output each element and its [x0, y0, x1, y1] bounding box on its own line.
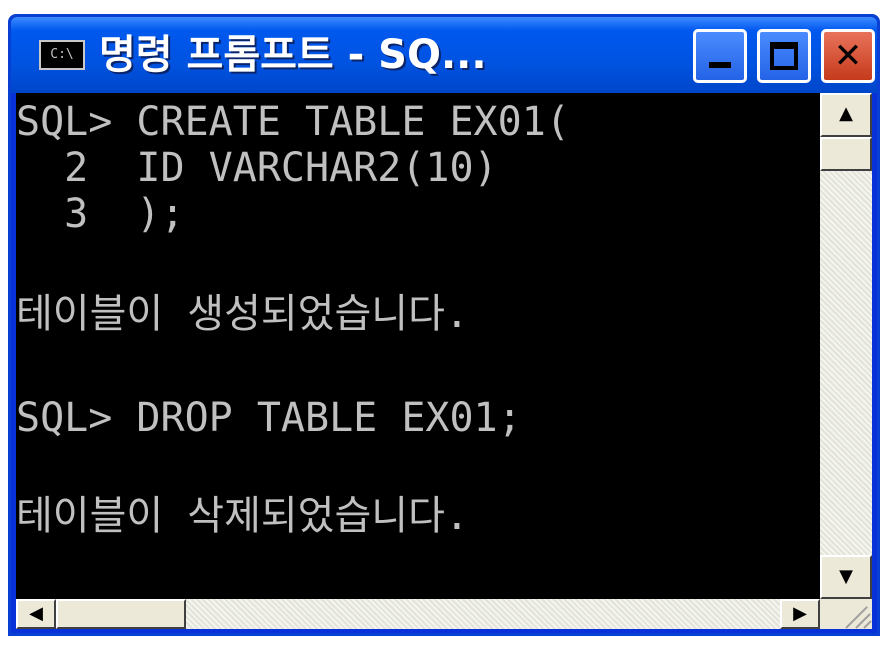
console-output[interactable]: SQL> CREATE TABLE EX01( 2 ID VARCHAR2(10… — [16, 93, 820, 599]
console-client-area: SQL> CREATE TABLE EX01( 2 ID VARCHAR2(10… — [16, 93, 872, 629]
scroll-right-button[interactable]: ▶ — [780, 599, 820, 629]
console-line: 테이블이 삭제되었습니다. — [16, 493, 469, 539]
vertical-scroll-thumb[interactable] — [820, 137, 872, 171]
close-icon: ✕ — [833, 36, 863, 76]
close-button[interactable]: ✕ — [821, 29, 875, 83]
horizontal-scrollbar[interactable]: ◀ ▶ — [16, 599, 820, 629]
window-title: 명령 프롬프트 - SQ... — [99, 32, 487, 78]
console-line: SQL> CREATE TABLE EX01( — [16, 99, 570, 145]
vertical-scrollbar[interactable]: ▲ ▼ — [820, 93, 872, 599]
scroll-left-button[interactable]: ◀ — [16, 599, 56, 629]
resize-grip[interactable] — [820, 599, 872, 629]
arrow-right-icon: ▶ — [793, 603, 807, 624]
scroll-up-button[interactable]: ▲ — [820, 93, 872, 137]
grip-icon — [863, 620, 872, 629]
horizontal-scroll-thumb[interactable] — [56, 599, 186, 629]
console-line: 2 ID VARCHAR2(10) — [16, 145, 498, 191]
arrow-down-icon: ▼ — [839, 566, 853, 587]
scroll-down-button[interactable]: ▼ — [820, 555, 872, 599]
command-prompt-window: C:\ 명령 프롬프트 - SQ... ✕ SQL> CREATE TABLE … — [8, 14, 880, 636]
console-line: SQL> DROP TABLE EX01; — [16, 395, 522, 441]
maximize-button[interactable] — [757, 29, 811, 83]
console-line: 테이블이 생성되었습니다. — [16, 291, 469, 337]
maximize-icon — [770, 42, 798, 70]
minimize-icon — [709, 62, 731, 68]
console-line: 3 ); — [16, 191, 185, 237]
console-icon[interactable]: C:\ — [39, 40, 85, 70]
title-bar[interactable]: C:\ 명령 프롬프트 - SQ... ✕ — [11, 17, 877, 93]
arrow-up-icon: ▲ — [839, 103, 853, 124]
minimize-button[interactable] — [693, 29, 747, 83]
arrow-left-icon: ◀ — [29, 603, 43, 624]
